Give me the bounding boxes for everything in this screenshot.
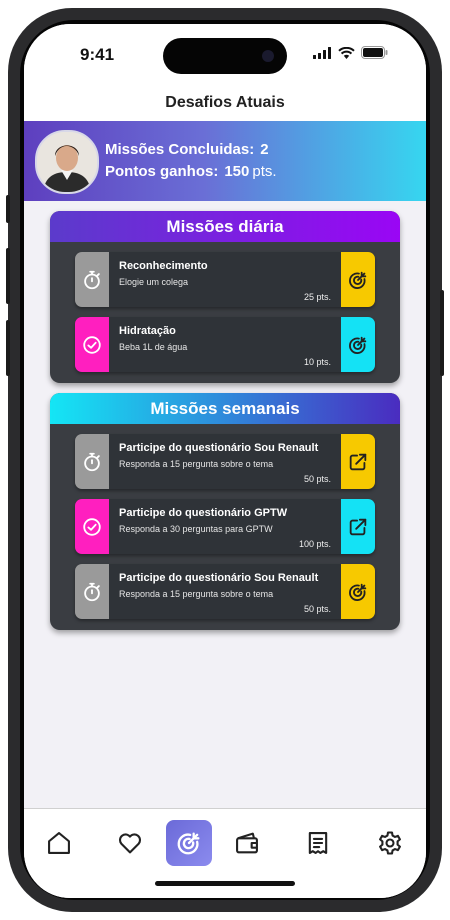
mission-points: 10 pts. [303, 357, 331, 367]
cellular-signal-icon [313, 46, 331, 59]
daily-missions-card: Missões diária Reconhecimento Elogie um … [50, 211, 400, 383]
mission-title: Reconhecimento [119, 260, 208, 272]
mission-description: Responda a 30 perguntas para GPTW [119, 524, 273, 534]
weekly-missions-card: Missões semanais Participe do questionár… [50, 393, 400, 630]
missions-completed: Missões Concluidas: 2 [105, 141, 269, 158]
target-icon[interactable] [341, 317, 375, 372]
mission-title: Hidratação [119, 325, 176, 337]
stopwatch-icon [75, 434, 109, 489]
avatar[interactable] [35, 130, 99, 194]
mission-points: 25 pts. [303, 292, 331, 302]
volume-up-button [6, 248, 10, 304]
receipt-icon [308, 832, 328, 854]
status-bar: 9:41 [24, 24, 426, 94]
tab-receipts[interactable] [296, 821, 340, 865]
tab-wallet[interactable] [225, 821, 269, 865]
home-icon [48, 832, 70, 854]
weekly-missions-title: Missões semanais [50, 393, 400, 424]
mission-description: Responda a 15 pergunta sobre o tema [119, 589, 274, 599]
mission-item[interactable]: Reconhecimento Elogie um colega 25 pts. [75, 252, 375, 307]
mission-item[interactable]: Participe do questionário Sou Renault Re… [75, 564, 375, 619]
check-circle-icon [75, 499, 109, 554]
check-circle-icon [75, 317, 109, 372]
mission-item[interactable]: Participe do questionário Sou Renault Re… [75, 434, 375, 489]
wallet-icon [236, 832, 258, 854]
mission-description: Elogie um colega [119, 277, 189, 287]
tab-home[interactable] [37, 821, 81, 865]
mission-title: Participe do questionário Sou Renault [119, 572, 319, 584]
page-title: Desafios Atuais [24, 94, 426, 121]
mission-points: 50 pts. [303, 474, 331, 484]
mission-points: 100 pts. [298, 539, 331, 549]
missions-completed-label: Missões Concluidas: [105, 141, 255, 158]
mission-points: 50 pts. [303, 604, 331, 614]
target-icon[interactable] [341, 564, 375, 619]
target-icon [177, 832, 200, 855]
front-camera [262, 50, 274, 62]
mission-description: Beba 1L de água [119, 342, 188, 352]
status-icons [313, 46, 388, 59]
tab-missions[interactable] [166, 820, 212, 866]
screen: 9:41 Desafios Atuais Missões Concluidas:… [24, 24, 426, 898]
stopwatch-icon [75, 252, 109, 307]
points-earned-label: Pontos ganhos: [105, 163, 219, 180]
wifi-icon [338, 46, 355, 59]
dynamic-island [163, 38, 287, 74]
mission-item[interactable]: Participe do questionário GPTW Responda … [75, 499, 375, 554]
mission-title: Participe do questionário GPTW [119, 507, 288, 519]
missions-completed-value: 2 [260, 141, 269, 158]
points-earned-value: 150 [224, 163, 250, 180]
volume-down-button [6, 320, 10, 376]
clock: 9:41 [80, 45, 115, 64]
mission-title: Participe do questionário Sou Renault [119, 442, 319, 454]
mission-item[interactable]: Hidratação Beba 1L de água 10 pts. [75, 317, 375, 372]
external-link-icon[interactable] [341, 434, 375, 489]
home-indicator[interactable] [155, 881, 295, 886]
heart-icon [118, 833, 142, 854]
profile-banner: Missões Concluidas: 2 Pontos ganhos: 150 pt… [24, 121, 426, 201]
power-button [440, 290, 444, 376]
tab-favorites[interactable] [108, 821, 152, 865]
avatar-photo-icon [37, 132, 97, 192]
mission-description: Responda a 15 pergunta sobre o tema [119, 459, 274, 469]
external-link-icon[interactable] [341, 499, 375, 554]
target-icon[interactable] [341, 252, 375, 307]
points-earned-unit: pts. [252, 163, 277, 180]
mute-switch [6, 195, 10, 223]
tab-settings[interactable] [368, 821, 412, 865]
stopwatch-icon [75, 564, 109, 619]
daily-missions-title: Missões diária [50, 211, 400, 242]
battery-icon [361, 46, 388, 59]
gear-icon [379, 831, 401, 855]
points-earned: Pontos ganhos: 150 pts. [105, 163, 277, 180]
